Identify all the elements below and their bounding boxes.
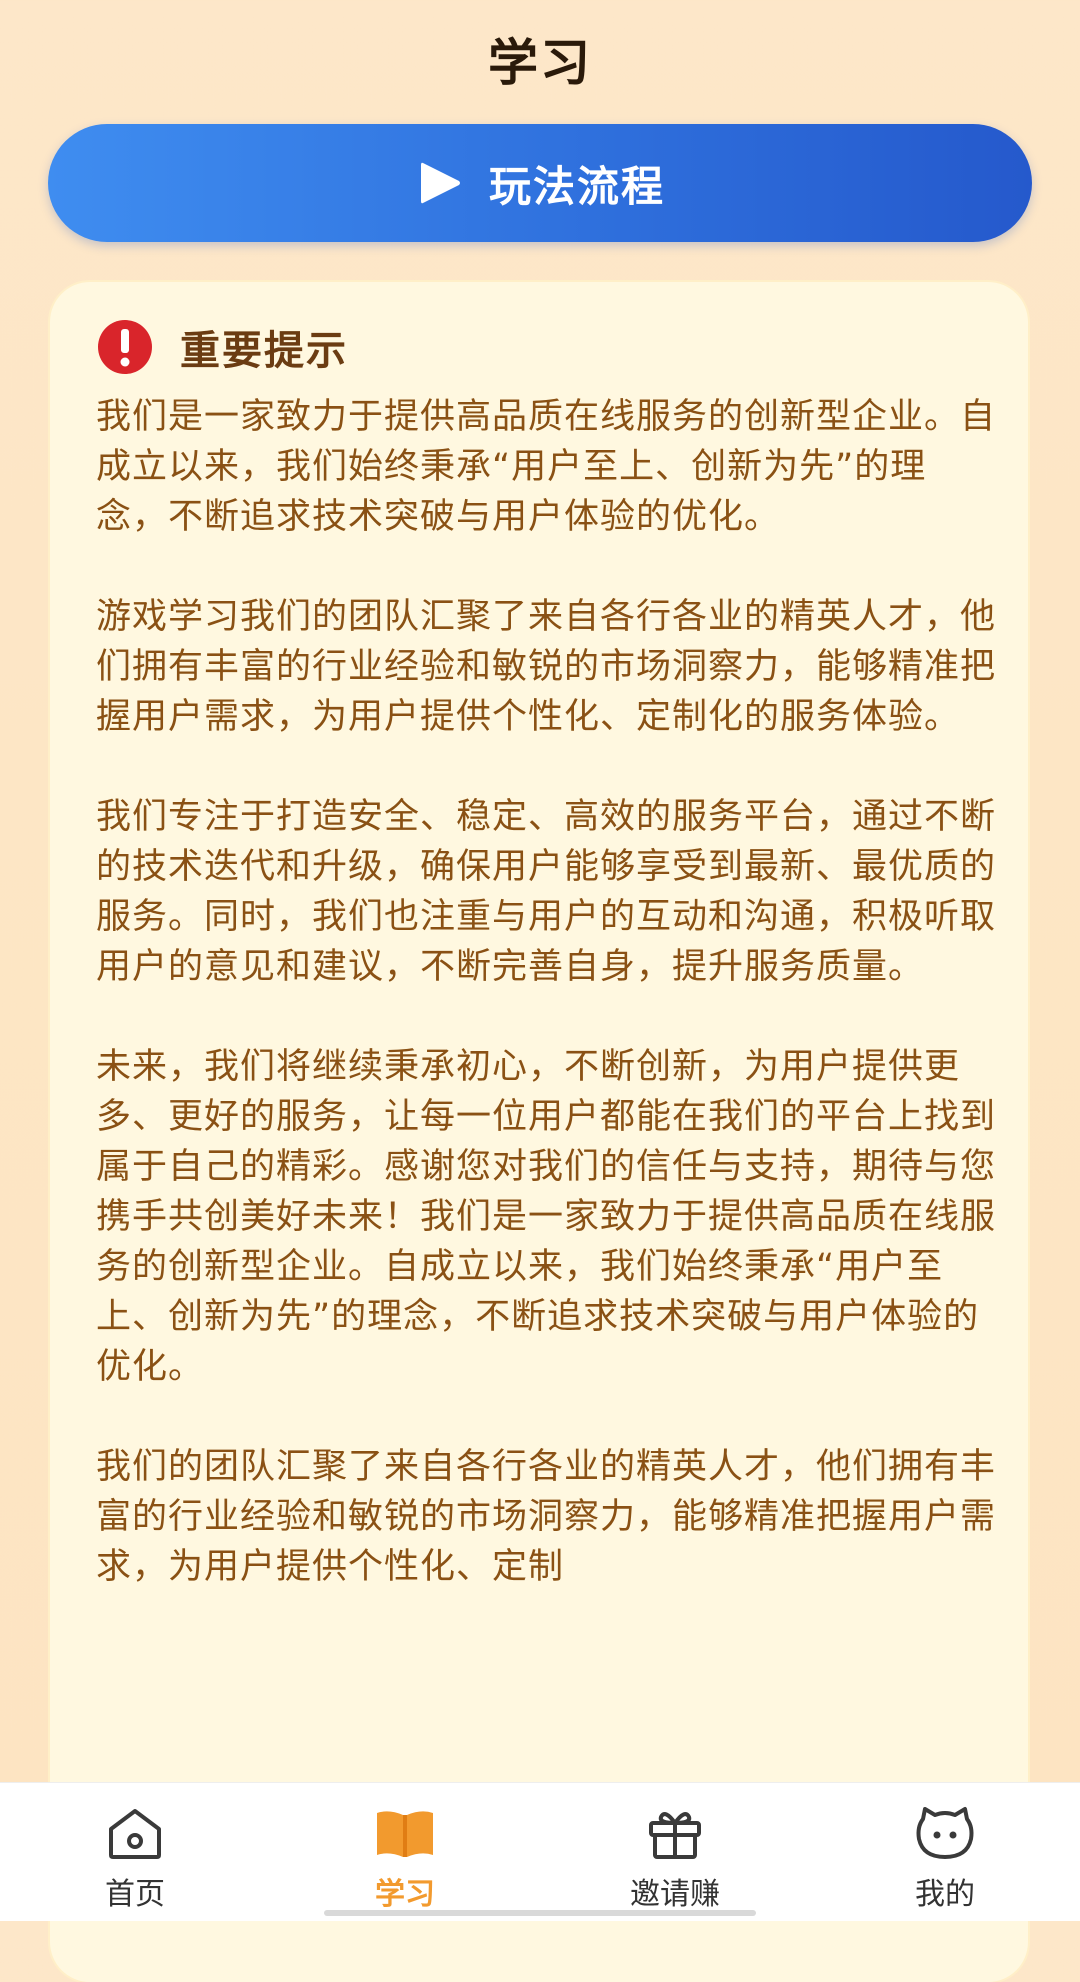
home-icon (103, 1805, 167, 1861)
tab-mine[interactable]: 我的 (810, 1783, 1080, 1921)
notice-card: 重要提示 我们是一家致力于提供高品质在线服务的创新型企业。自成立以来，我们始终秉… (50, 282, 1028, 1982)
tab-mine-label: 我的 (915, 1877, 975, 1912)
notice-paragraph: 游戏学习我们的团队汇聚了来自各行各业的精英人才，他们拥有丰富的行业经验和敏锐的市… (96, 597, 997, 737)
page-title: 学习 (488, 34, 592, 92)
exclamation-icon (96, 318, 154, 376)
bottom-tab-bar: 首页 学习 邀请赚 我的 (0, 1782, 1080, 1921)
book-icon (373, 1805, 437, 1861)
notice-body: 我们是一家致力于提供高品质在线服务的创新型企业。自成立以来，我们始终秉承“用户至… (96, 392, 996, 1642)
notice-header: 重要提示 (96, 312, 348, 382)
notice-paragraph: 未来，我们将继续秉承初心，不断创新，为用户提供更多、更好的服务，让每一位用户都能… (96, 1047, 997, 1387)
tab-invite-earn-label: 邀请赚 (630, 1877, 720, 1912)
tab-study-label: 学习 (375, 1877, 435, 1912)
gameplay-flow-button[interactable]: 玩法流程 (48, 124, 1032, 242)
gameplay-flow-label: 玩法流程 (488, 161, 665, 211)
page-header: 学习 (0, 0, 1080, 118)
tab-invite-earn[interactable]: 邀请赚 (540, 1783, 810, 1921)
tab-home[interactable]: 首页 (0, 1783, 270, 1921)
notice-paragraph: 我们专注于打造安全、稳定、高效的服务平台，通过不断的技术迭代和升级，确保用户能够… (96, 797, 997, 987)
tab-home-label: 首页 (105, 1877, 165, 1912)
home-indicator[interactable] (324, 1910, 756, 1916)
gift-icon (643, 1805, 707, 1861)
notice-paragraph: 我们的团队汇聚了来自各行各业的精英人才，他们拥有丰富的行业经验和敏锐的市场洞察力… (96, 1447, 997, 1587)
face-icon (913, 1805, 977, 1861)
notice-paragraph: 我们是一家致力于提供高品质在线服务的创新型企业。自成立以来，我们始终秉承“用户至… (96, 397, 997, 537)
notice-title: 重要提示 (180, 328, 348, 374)
play-icon (415, 159, 463, 207)
tab-study[interactable]: 学习 (270, 1783, 540, 1921)
